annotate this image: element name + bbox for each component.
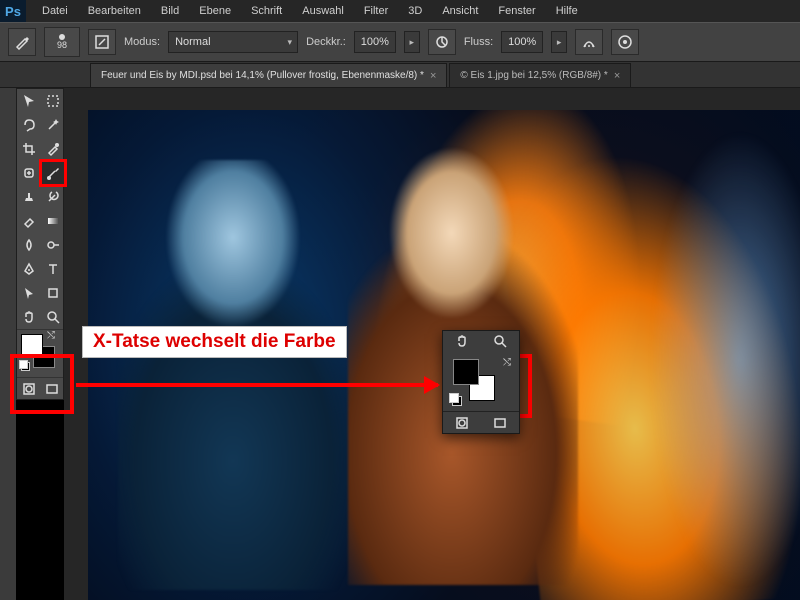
opacity-flyout[interactable]: ▸ bbox=[404, 31, 420, 53]
default-colors-icon[interactable] bbox=[19, 360, 29, 370]
close-icon[interactable]: × bbox=[614, 70, 620, 82]
dodge-tool[interactable] bbox=[41, 233, 65, 257]
annotation-arrow bbox=[76, 383, 438, 387]
tool-preset-picker[interactable] bbox=[8, 28, 36, 56]
menu-help[interactable]: Hilfe bbox=[546, 0, 588, 22]
swap-colors-icon[interactable]: ⤭ bbox=[47, 330, 55, 341]
brush-preset-picker[interactable]: 98 bbox=[44, 27, 80, 57]
floating-color-panel: ⤭ bbox=[442, 330, 520, 434]
app-logo: Ps bbox=[0, 0, 26, 22]
collapsed-panel-rail[interactable] bbox=[0, 88, 16, 600]
opacity-field[interactable]: 100% bbox=[354, 31, 396, 53]
blend-mode-value: Normal bbox=[175, 36, 210, 48]
menu-bar: Ps Datei Bearbeiten Bild Ebene Schrift A… bbox=[0, 0, 800, 22]
menu-edit[interactable]: Bearbeiten bbox=[78, 0, 151, 22]
lasso-tool[interactable] bbox=[17, 113, 41, 137]
flow-field[interactable]: 100% bbox=[501, 31, 543, 53]
tab-document-1[interactable]: Feuer und Eis by MDI.psd bei 14,1% (Pull… bbox=[90, 63, 447, 87]
healing-brush-tool[interactable] bbox=[17, 161, 41, 185]
tab-label: Feuer und Eis by MDI.psd bei 14,1% (Pull… bbox=[101, 70, 424, 81]
zoom-tool[interactable] bbox=[41, 305, 65, 329]
quick-mask-toggle[interactable] bbox=[443, 412, 481, 433]
menu-select[interactable]: Auswahl bbox=[292, 0, 354, 22]
brush-tool[interactable] bbox=[41, 161, 65, 185]
crop-tool[interactable] bbox=[17, 137, 41, 161]
swap-colors-icon[interactable]: ⤭ bbox=[503, 357, 511, 368]
gradient-tool[interactable] bbox=[41, 209, 65, 233]
artwork-figure-ice bbox=[118, 160, 348, 590]
hand-tool[interactable] bbox=[17, 305, 41, 329]
menu-type[interactable]: Schrift bbox=[241, 0, 292, 22]
blend-mode-select[interactable]: Normal bbox=[168, 31, 298, 53]
foreground-color[interactable] bbox=[21, 334, 43, 356]
default-colors-icon[interactable] bbox=[449, 393, 461, 405]
menu-file[interactable]: Datei bbox=[32, 0, 78, 22]
menu-image[interactable]: Bild bbox=[151, 0, 189, 22]
shape-tool[interactable] bbox=[41, 281, 65, 305]
menu-view[interactable]: Ansicht bbox=[432, 0, 488, 22]
tools-panel: ⤭ bbox=[16, 88, 64, 400]
pressure-size-toggle[interactable] bbox=[611, 29, 639, 55]
clone-stamp-tool[interactable] bbox=[17, 185, 41, 209]
flow-label: Fluss: bbox=[464, 36, 493, 48]
close-icon[interactable]: × bbox=[430, 70, 436, 82]
opacity-label: Deckkr.: bbox=[306, 36, 346, 48]
hand-icon[interactable] bbox=[454, 333, 470, 352]
annotation-callout: X-Tatse wechselt die Farbe bbox=[82, 326, 347, 358]
eyedropper-tool[interactable] bbox=[41, 137, 65, 161]
flow-flyout[interactable]: ▸ bbox=[551, 31, 567, 53]
magic-wand-tool[interactable] bbox=[41, 113, 65, 137]
screen-mode-toggle[interactable] bbox=[481, 412, 519, 433]
blur-tool[interactable] bbox=[17, 233, 41, 257]
brush-size-value: 98 bbox=[57, 40, 67, 50]
path-selection-tool[interactable] bbox=[17, 281, 41, 305]
type-tool[interactable] bbox=[41, 257, 65, 281]
pen-tool[interactable] bbox=[17, 257, 41, 281]
pressure-opacity-toggle[interactable] bbox=[428, 29, 456, 55]
menu-filter[interactable]: Filter bbox=[354, 0, 398, 22]
tab-label: © Eis 1.jpg bei 12,5% (RGB/8#) * bbox=[460, 70, 607, 81]
quick-mask-toggle[interactable] bbox=[17, 378, 40, 399]
eraser-tool[interactable] bbox=[17, 209, 41, 233]
tab-document-2[interactable]: © Eis 1.jpg bei 12,5% (RGB/8#) * × bbox=[449, 63, 631, 87]
airbrush-toggle[interactable] bbox=[575, 29, 603, 55]
document-tabs: Feuer und Eis by MDI.psd bei 14,1% (Pull… bbox=[0, 62, 800, 88]
marquee-tool[interactable] bbox=[41, 89, 65, 113]
options-bar: 98 Modus: Normal Deckkr.: 100% ▸ Fluss: … bbox=[0, 22, 800, 62]
color-swatches: ⤭ bbox=[17, 329, 63, 377]
move-tool[interactable] bbox=[17, 89, 41, 113]
menu-3d[interactable]: 3D bbox=[398, 0, 432, 22]
brush-panel-toggle[interactable] bbox=[88, 29, 116, 55]
screen-mode-toggle[interactable] bbox=[40, 378, 63, 399]
main-menu: Datei Bearbeiten Bild Ebene Schrift Ausw… bbox=[32, 0, 588, 22]
mode-label: Modus: bbox=[124, 36, 160, 48]
color-swatches-swapped: ⤭ bbox=[443, 353, 519, 411]
foreground-color-after[interactable] bbox=[453, 359, 479, 385]
artwork-smoke bbox=[650, 130, 800, 590]
screen-mode-row bbox=[17, 377, 63, 399]
menu-window[interactable]: Fenster bbox=[488, 0, 545, 22]
menu-layer[interactable]: Ebene bbox=[189, 0, 241, 22]
zoom-icon[interactable] bbox=[492, 333, 508, 352]
history-brush-tool[interactable] bbox=[41, 185, 65, 209]
